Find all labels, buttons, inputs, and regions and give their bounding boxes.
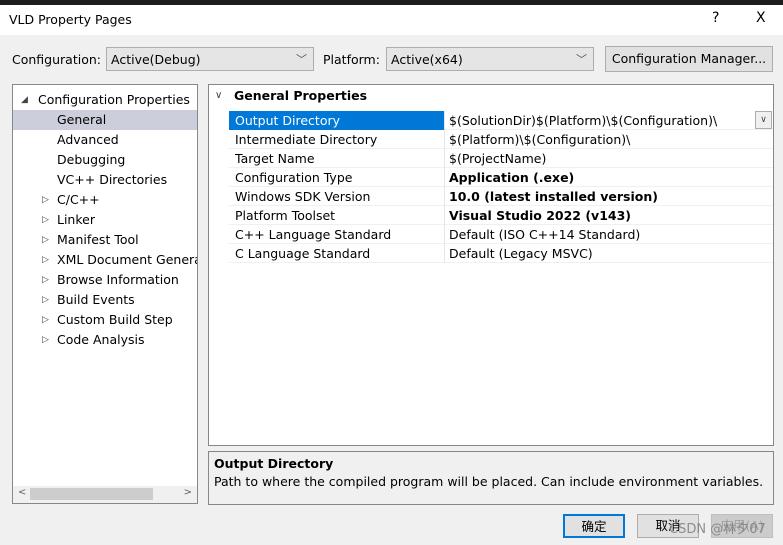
property-value[interactable]: $(Platform)\$(Configuration)\ bbox=[449, 130, 630, 149]
property-value[interactable]: 10.0 (latest installed version) bbox=[449, 187, 658, 206]
configuration-manager-button[interactable]: Configuration Manager... bbox=[605, 46, 773, 72]
expanded-triangle-icon: ◢ bbox=[21, 95, 28, 105]
tree-item-debugging[interactable]: Debugging bbox=[13, 150, 197, 170]
property-value[interactable]: Default (ISO C++14 Standard) bbox=[449, 225, 640, 244]
property-row[interactable]: Platform Toolset Visual Studio 2022 (v143… bbox=[229, 206, 773, 225]
property-row[interactable]: Intermediate Directory $(Platform)\$(Conf… bbox=[229, 130, 773, 149]
property-name: Windows SDK Version bbox=[235, 189, 371, 204]
tree-item-linker[interactable]: ▷ Linker bbox=[13, 210, 197, 230]
scroll-right-icon[interactable]: > bbox=[184, 487, 192, 498]
column-divider bbox=[444, 149, 445, 168]
tree-item-label: General bbox=[57, 112, 107, 127]
tree-item-label: XML Document Generat bbox=[57, 252, 198, 267]
tree-item-manifest-tool[interactable]: ▷ Manifest Tool bbox=[13, 230, 197, 250]
tree-item-label: Linker bbox=[57, 212, 95, 227]
column-divider bbox=[444, 244, 445, 263]
property-row[interactable]: C Language Standard Default (Legacy MSVC) bbox=[229, 244, 773, 263]
tree-item-code-analysis[interactable]: ▷ Code Analysis bbox=[13, 330, 197, 350]
watermark: CSDN @林夕07 bbox=[669, 522, 766, 537]
expand-triangle-icon[interactable]: ▷ bbox=[42, 190, 49, 210]
chevron-down-icon: ﹀ bbox=[576, 53, 587, 66]
column-divider bbox=[444, 206, 445, 225]
property-value[interactable]: $(SolutionDir)$(Platform)\$(Configuratio… bbox=[449, 111, 717, 130]
tree-item-browse-information[interactable]: ▷ Browse Information bbox=[13, 270, 197, 290]
tree-item-label: VC++ Directories bbox=[57, 172, 168, 187]
property-name: C Language Standard bbox=[235, 246, 371, 261]
tree-item-xml-document-generat[interactable]: ▷ XML Document Generat bbox=[13, 250, 197, 270]
tree-item-label: Build Events bbox=[57, 292, 135, 307]
property-value[interactable]: $(ProjectName) bbox=[449, 149, 546, 168]
column-divider bbox=[444, 111, 445, 130]
platform-value: Active(x64) bbox=[391, 52, 463, 67]
property-name: C++ Language Standard bbox=[235, 227, 392, 242]
description-text: Path to where the compiled program will … bbox=[214, 474, 764, 489]
tree-item-label: Advanced bbox=[57, 132, 119, 147]
title-bar: VLD Property Pages ? X bbox=[0, 5, 783, 35]
close-button[interactable]: X bbox=[756, 10, 766, 26]
property-row[interactable]: Target Name $(ProjectName) bbox=[229, 149, 773, 168]
column-divider bbox=[444, 168, 445, 187]
property-pages-dialog: VLD Property Pages ? X Configuration: Ac… bbox=[0, 5, 783, 545]
expand-triangle-icon[interactable]: ▷ bbox=[42, 330, 49, 350]
configuration-value: Active(Debug) bbox=[111, 52, 201, 67]
horizontal-scrollbar[interactable]: < > bbox=[13, 486, 197, 503]
description-title: Output Directory bbox=[214, 456, 334, 471]
column-divider bbox=[444, 187, 445, 206]
ok-button[interactable]: 确定 bbox=[563, 514, 625, 538]
platform-label: Platform: bbox=[323, 52, 380, 67]
collapse-chevron-icon[interactable]: ∨ bbox=[215, 85, 222, 106]
tree-item-label: Custom Build Step bbox=[57, 312, 173, 327]
column-divider bbox=[444, 225, 445, 244]
expand-triangle-icon[interactable]: ▷ bbox=[42, 250, 49, 270]
property-row[interactable]: C++ Language Standard Default (ISO C++14 … bbox=[229, 225, 773, 244]
property-value[interactable]: Default (Legacy MSVC) bbox=[449, 244, 593, 263]
property-name: Platform Toolset bbox=[235, 208, 336, 223]
tree-item-label: Code Analysis bbox=[57, 332, 145, 347]
column-divider bbox=[444, 130, 445, 149]
tree-item-c-c-[interactable]: ▷ C/C++ bbox=[13, 190, 197, 210]
property-row[interactable]: Configuration Type Application (.exe) bbox=[229, 168, 773, 187]
configuration-label: Configuration: bbox=[12, 52, 101, 67]
property-name: Configuration Type bbox=[235, 170, 353, 185]
chevron-down-icon: ﹀ bbox=[296, 53, 307, 66]
property-name: Target Name bbox=[235, 151, 315, 166]
tree-item-label: Browse Information bbox=[57, 272, 179, 287]
scrollbar-thumb[interactable] bbox=[30, 488, 153, 500]
description-panel: Output Directory Path to where the compi… bbox=[208, 451, 774, 505]
platform-select[interactable]: Active(x64) ﹀ bbox=[386, 47, 594, 71]
property-name: Output Directory bbox=[235, 113, 341, 128]
tree-item-vc-directories[interactable]: VC++ Directories bbox=[13, 170, 197, 190]
property-row[interactable]: Windows SDK Version 10.0 (latest installe… bbox=[229, 187, 773, 206]
tree-item-custom-build-step[interactable]: ▷ Custom Build Step bbox=[13, 310, 197, 330]
expand-triangle-icon[interactable]: ▷ bbox=[42, 310, 49, 330]
tree-item-label: C/C++ bbox=[57, 192, 100, 207]
tree-item-label: Debugging bbox=[57, 152, 126, 167]
value-dropdown-button[interactable]: ∨ bbox=[755, 111, 772, 129]
expand-triangle-icon[interactable]: ▷ bbox=[42, 230, 49, 250]
property-value[interactable]: Visual Studio 2022 (v143) bbox=[449, 206, 631, 225]
help-button[interactable]: ? bbox=[712, 10, 719, 26]
property-grid: ∨ General Properties Output Directory $(S… bbox=[208, 84, 774, 446]
property-name: Intermediate Directory bbox=[235, 132, 378, 147]
tree-item-general[interactable]: General bbox=[13, 110, 197, 130]
property-value[interactable]: Application (.exe) bbox=[449, 168, 574, 187]
window-title: VLD Property Pages bbox=[9, 12, 132, 27]
property-tree: ◢ Configuration Properties General Advanc… bbox=[12, 84, 198, 504]
tree-item-label: Manifest Tool bbox=[57, 232, 139, 247]
section-header[interactable]: ∨ General Properties bbox=[209, 85, 773, 106]
expand-triangle-icon[interactable]: ▷ bbox=[42, 210, 49, 230]
configuration-select[interactable]: Active(Debug) ﹀ bbox=[106, 47, 314, 71]
property-row[interactable]: Output Directory $(SolutionDir)$(Platform… bbox=[229, 111, 773, 130]
expand-triangle-icon[interactable]: ▷ bbox=[42, 290, 49, 310]
scroll-left-icon[interactable]: < bbox=[18, 487, 26, 498]
tree-root-configuration-properties[interactable]: ◢ Configuration Properties bbox=[13, 90, 197, 110]
expand-triangle-icon[interactable]: ▷ bbox=[42, 270, 49, 290]
tree-item-build-events[interactable]: ▷ Build Events bbox=[13, 290, 197, 310]
tree-item-advanced[interactable]: Advanced bbox=[13, 130, 197, 150]
